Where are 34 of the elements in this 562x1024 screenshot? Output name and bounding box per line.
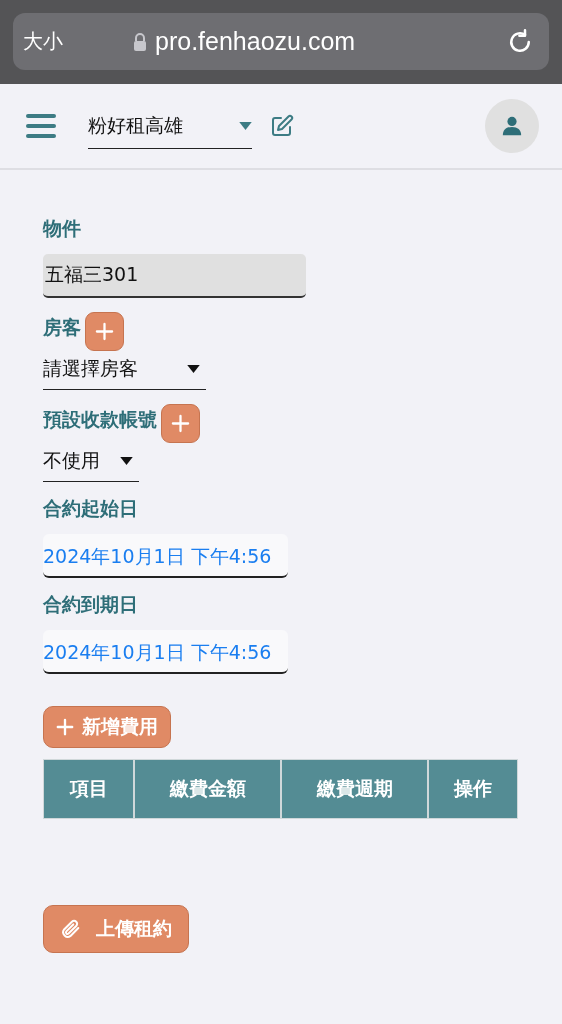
field-label: 合約到期日 bbox=[43, 592, 138, 617]
column-header: 項目 bbox=[43, 759, 134, 819]
caret-icon bbox=[120, 457, 133, 465]
field-label: 合約起始日 bbox=[43, 496, 138, 521]
add-button[interactable] bbox=[161, 404, 200, 443]
date-field[interactable]: 2024年10月1日 下午4:56 bbox=[43, 630, 288, 674]
property-field[interactable]: 五福三301 bbox=[43, 254, 306, 298]
dropdown-field[interactable]: 不使用 bbox=[43, 441, 139, 482]
column-header: 繳費週期 bbox=[281, 759, 428, 819]
person-icon bbox=[501, 114, 523, 138]
add-fee-button[interactable]: 新增費用 bbox=[43, 706, 171, 748]
url-text: pro.fenhaozu.com bbox=[155, 27, 356, 56]
caret-icon bbox=[239, 121, 252, 130]
field-label: 物件 bbox=[43, 216, 81, 241]
column-header: 操作 bbox=[428, 759, 518, 819]
menu-icon bbox=[26, 113, 56, 139]
plus-icon bbox=[95, 322, 114, 341]
edit-icon bbox=[270, 114, 294, 138]
plus-icon bbox=[56, 718, 74, 736]
field-label: 預設收款帳號 bbox=[43, 406, 157, 432]
upload-button[interactable]: 上傳租約 bbox=[43, 905, 189, 953]
address-bar[interactable]: 大小 pro.fenhaozu.com bbox=[13, 13, 549, 70]
date-field[interactable]: 2024年10月1日 下午4:56 bbox=[43, 534, 288, 578]
add-button[interactable] bbox=[85, 312, 124, 351]
dropdown-field[interactable]: 請選擇房客 bbox=[43, 349, 206, 390]
plus-icon bbox=[171, 414, 190, 433]
store-select[interactable]: 粉好租高雄 bbox=[88, 103, 252, 149]
caret-icon bbox=[187, 365, 200, 373]
field-label: 房客 bbox=[43, 314, 81, 340]
text-size-button[interactable]: 大小 bbox=[23, 28, 133, 55]
column-header: 繳費金額 bbox=[134, 759, 281, 819]
profile-button[interactable] bbox=[485, 99, 539, 153]
lock-icon bbox=[133, 32, 147, 51]
paperclip-icon bbox=[60, 918, 82, 940]
